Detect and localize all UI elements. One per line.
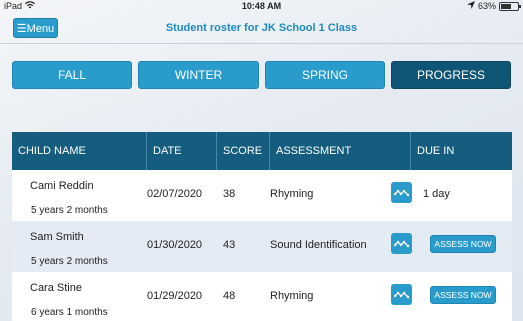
child-name[interactable]: Cami Reddin [30,180,94,192]
tab-fall[interactable]: FALL [12,61,132,89]
child-name[interactable]: Cara Stine [30,282,82,294]
trend-chart-icon[interactable] [391,182,412,203]
assessment-date: 02/07/2020 [147,188,203,200]
assessment-name: Rhyming [270,290,314,302]
trend-chart-icon[interactable] [391,233,412,254]
child-age: 5 years 2 months [31,256,108,267]
battery-percent: 63% [477,1,496,11]
column-header-due-in[interactable]: DUE IN [411,132,512,170]
status-bar: iPad 10:48 AM 63% [0,0,523,13]
tab-spring[interactable]: SPRING [265,61,385,89]
page-title: Student roster for JK School 1 Class [165,22,358,34]
assessment-name: Rhyming [270,188,314,200]
season-tabs: FALL WINTER SPRING PROGRESS [12,61,512,89]
child-age: 6 years 1 months [31,307,108,318]
column-header-assessment[interactable]: ASSESSMENT [270,132,411,170]
assess-now-button[interactable]: ASSESS NOW [430,286,496,304]
assessment-date: 01/30/2020 [147,239,203,251]
battery-icon [499,1,521,11]
roster-table-header: CHILD NAME DATE SCORE ASSESSMENT DUE IN [12,132,512,170]
table-row[interactable]: Cara Stine 6 years 1 months 01/29/2020 4… [12,272,512,321]
child-name[interactable]: Sam Smith [30,231,84,243]
header-divider [0,43,523,44]
assessment-score: 38 [223,188,236,200]
status-right: 63% [466,1,521,11]
tab-winter[interactable]: WINTER [138,61,259,89]
location-icon [466,1,475,11]
table-row[interactable]: Sam Smith 5 years 2 months 01/30/2020 43… [12,221,512,272]
due-in-value: 1 day [423,188,450,200]
table-row[interactable]: Cami Reddin 5 years 2 months 02/07/2020 … [12,170,512,221]
assessment-score: 43 [223,239,236,251]
column-header-score[interactable]: SCORE [217,132,270,170]
child-age: 5 years 2 months [31,205,108,216]
clock: 10:48 AM [241,1,282,11]
assessment-name: Sound Identification [270,239,367,251]
column-header-date[interactable]: DATE [147,132,217,170]
column-header-child-name[interactable]: CHILD NAME [12,132,147,170]
assessment-score: 48 [223,290,236,302]
assess-now-button[interactable]: ASSESS NOW [430,235,496,253]
tab-progress[interactable]: PROGRESS [391,61,511,89]
assessment-date: 01/29/2020 [147,290,203,302]
trend-chart-icon[interactable] [391,284,412,305]
